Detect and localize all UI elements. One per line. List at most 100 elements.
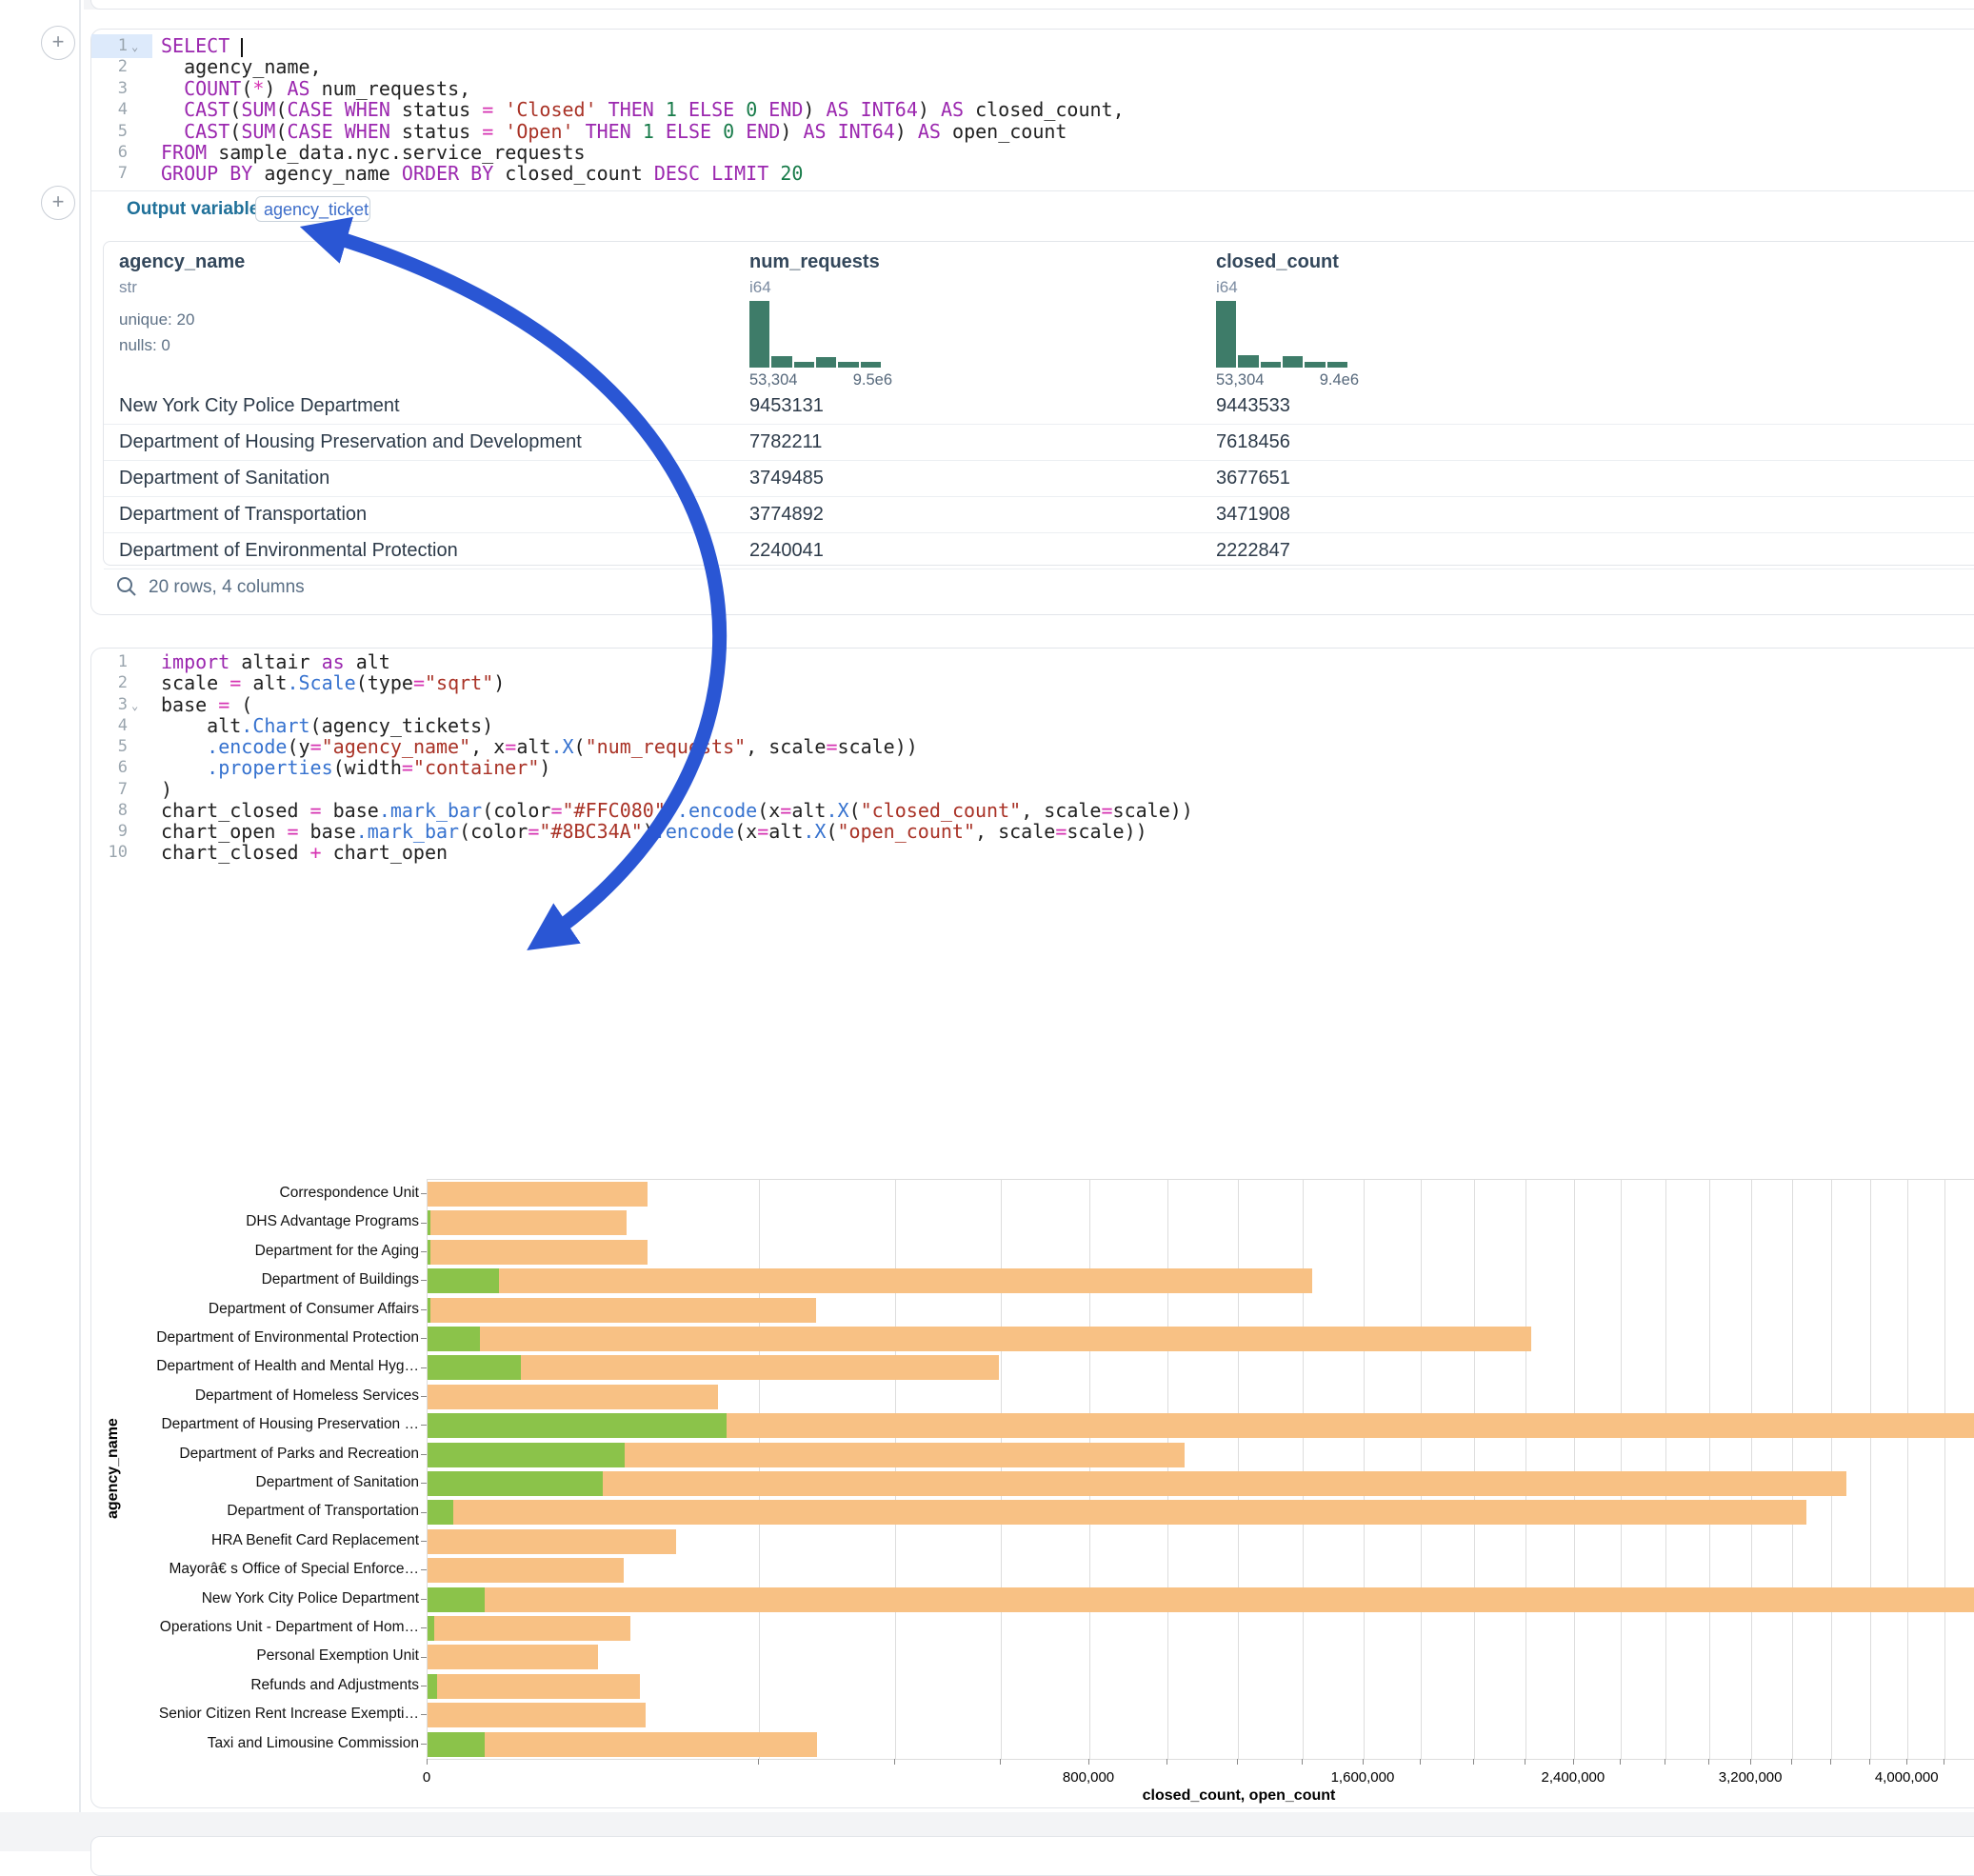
bar-closed-count — [428, 1240, 648, 1265]
closed-count-histogram — [1216, 301, 1349, 368]
chart-plot-area — [427, 1179, 1974, 1760]
code-line[interactable]: 8chart_closed = base.mark_bar(color="#FF… — [91, 800, 1974, 822]
gridline — [1709, 1180, 1710, 1759]
code-line[interactable]: 2scale = alt.Scale(type="sqrt") — [91, 672, 1974, 694]
y-axis-label: Operations Unit - Department of Hom… — [120, 1613, 419, 1642]
bar-closed-count — [428, 1674, 640, 1699]
y-tick-mark — [421, 1512, 427, 1513]
code-line[interactable]: 1import altair as alt — [91, 651, 1974, 673]
code-line[interactable]: 3 COUNT(*) AS num_requests, — [91, 78, 1974, 100]
add-cell-button-output[interactable]: + — [41, 186, 75, 220]
line-number: 7 — [91, 163, 128, 185]
y-tick-mark — [421, 1454, 427, 1455]
sql-cell: 1⌄SELECT 2 agency_name,3 COUNT(*) AS num… — [90, 29, 1974, 615]
result-table: agency_name str unique: 20 nulls: 0 num_… — [103, 241, 1974, 566]
add-cell-button-top[interactable]: + — [41, 26, 75, 60]
column-header-num-requests[interactable]: num_requests — [749, 251, 880, 273]
num-requests-histogram — [749, 301, 883, 368]
bar-closed-count — [428, 1471, 1846, 1496]
line-number: 6 — [91, 142, 128, 164]
y-tick-mark — [421, 1483, 427, 1484]
bar-open-count — [428, 1500, 453, 1525]
table-row[interactable]: Department of Sanitation37494853677651 — [104, 461, 1974, 497]
line-number: 5 — [91, 121, 128, 143]
code-line[interactable]: 6 .properties(width="container") — [91, 757, 1974, 779]
x-tick-mark — [894, 1759, 895, 1765]
bar-open-count — [428, 1732, 485, 1757]
histogram-bar — [1283, 356, 1303, 368]
cell-divider — [91, 190, 1974, 191]
output-variable-pill[interactable]: agency_tickets — [255, 196, 370, 222]
code-line[interactable]: 5 .encode(y="agency_name", x=alt.X("num_… — [91, 736, 1974, 758]
bar-open-count — [428, 1240, 430, 1265]
x-tick-label: 1,600,000 — [1331, 1769, 1395, 1786]
table-footer-summary: 20 rows, 4 columns — [149, 577, 305, 598]
y-axis-label: Department of Homeless Services — [120, 1382, 419, 1410]
gridline — [1574, 1180, 1575, 1759]
y-tick-mark — [421, 1714, 427, 1715]
y-axis-label: Department of Parks and Recreation — [120, 1440, 419, 1468]
x-tick-mark — [1237, 1759, 1238, 1765]
bar-closed-count — [428, 1645, 598, 1669]
bar-open-count — [428, 1443, 625, 1467]
previous-cell-edge — [90, 0, 1974, 10]
python-cell: 1import altair as alt2scale = alt.Scale(… — [90, 648, 1974, 1808]
x-tick-mark — [1420, 1759, 1421, 1765]
code-line[interactable]: 10chart_closed + chart_open — [91, 842, 1974, 864]
table-row[interactable]: New York City Police Department945313194… — [104, 389, 1974, 425]
line-number: 5 — [91, 736, 128, 758]
code-line[interactable]: 7GROUP BY agency_name ORDER BY closed_co… — [91, 163, 1974, 185]
histogram-bar — [1305, 362, 1325, 368]
code-line[interactable]: 4 CAST(SUM(CASE WHEN status = 'Closed' T… — [91, 99, 1974, 121]
code-line[interactable]: 5 CAST(SUM(CASE WHEN status = 'Open' THE… — [91, 121, 1974, 143]
column-header-closed-count[interactable]: closed_count — [1216, 251, 1339, 273]
sql-code-editor[interactable]: 1⌄SELECT 2 agency_name,3 COUNT(*) AS num… — [91, 30, 1974, 188]
y-tick-mark — [421, 1569, 427, 1570]
chart-x-axis-title: closed_count, open_count — [1048, 1787, 1429, 1805]
bar-open-count — [428, 1355, 521, 1380]
x-tick-mark — [1750, 1759, 1751, 1765]
gridline — [1001, 1180, 1002, 1759]
code-line[interactable]: 6FROM sample_data.nyc.service_requests — [91, 142, 1974, 164]
notebook-page: { "colors": { "keyword": "#9b27af", "ope… — [0, 0, 1974, 1851]
gridline — [1089, 1180, 1090, 1759]
x-tick-mark — [758, 1759, 759, 1765]
code-line[interactable]: 1⌄SELECT — [91, 35, 1974, 57]
line-number: 2 — [91, 672, 128, 694]
column-type-closed-count: i64 — [1216, 278, 1238, 297]
x-tick-mark — [1088, 1759, 1089, 1765]
code-line[interactable]: 3⌄base = ( — [91, 694, 1974, 716]
notebook-left-gutter — [79, 0, 81, 1851]
bar-closed-count — [428, 1385, 718, 1409]
column-type-num-requests: i64 — [749, 278, 771, 297]
code-line[interactable]: 2 agency_name, — [91, 56, 1974, 78]
table-row[interactable]: Department of Housing Preservation and D… — [104, 425, 1974, 461]
table-cell: 9453131 — [749, 389, 824, 424]
x-tick-mark — [1708, 1759, 1709, 1765]
hist-min-label: 53,304 — [1216, 371, 1264, 389]
search-icon[interactable] — [115, 575, 138, 598]
gridline — [1751, 1180, 1752, 1759]
table-row[interactable]: Department of Transportation377489234719… — [104, 497, 1974, 533]
gridline — [1474, 1180, 1475, 1759]
y-tick-mark — [421, 1627, 427, 1628]
python-code-editor[interactable]: 1import altair as alt2scale = alt.Scale(… — [91, 649, 1974, 872]
code-line[interactable]: 9chart_open = base.mark_bar(color="#8BC3… — [91, 821, 1974, 843]
bar-closed-count — [428, 1327, 1531, 1351]
table-cell: Department of Housing Preservation and D… — [119, 425, 582, 460]
fold-chevron-icon[interactable]: ⌄ — [131, 695, 138, 717]
column-header-agency-name[interactable]: agency_name — [119, 251, 245, 273]
table-cell: 7782211 — [749, 425, 822, 460]
table-cell: 2222847 — [1216, 533, 1290, 569]
y-tick-mark — [421, 1193, 427, 1194]
x-tick-mark — [1906, 1759, 1907, 1765]
fold-chevron-icon[interactable]: ⌄ — [131, 36, 138, 58]
table-row[interactable]: Department of Environmental Protection22… — [104, 533, 1974, 569]
code-line[interactable]: 7) — [91, 779, 1974, 801]
text-cursor — [241, 38, 243, 57]
y-tick-mark — [421, 1338, 427, 1339]
bar-open-count — [428, 1268, 499, 1293]
x-tick-label: 2,400,000 — [1542, 1769, 1605, 1786]
code-line[interactable]: 4 alt.Chart(agency_tickets) — [91, 715, 1974, 737]
bar-open-count — [428, 1674, 437, 1699]
